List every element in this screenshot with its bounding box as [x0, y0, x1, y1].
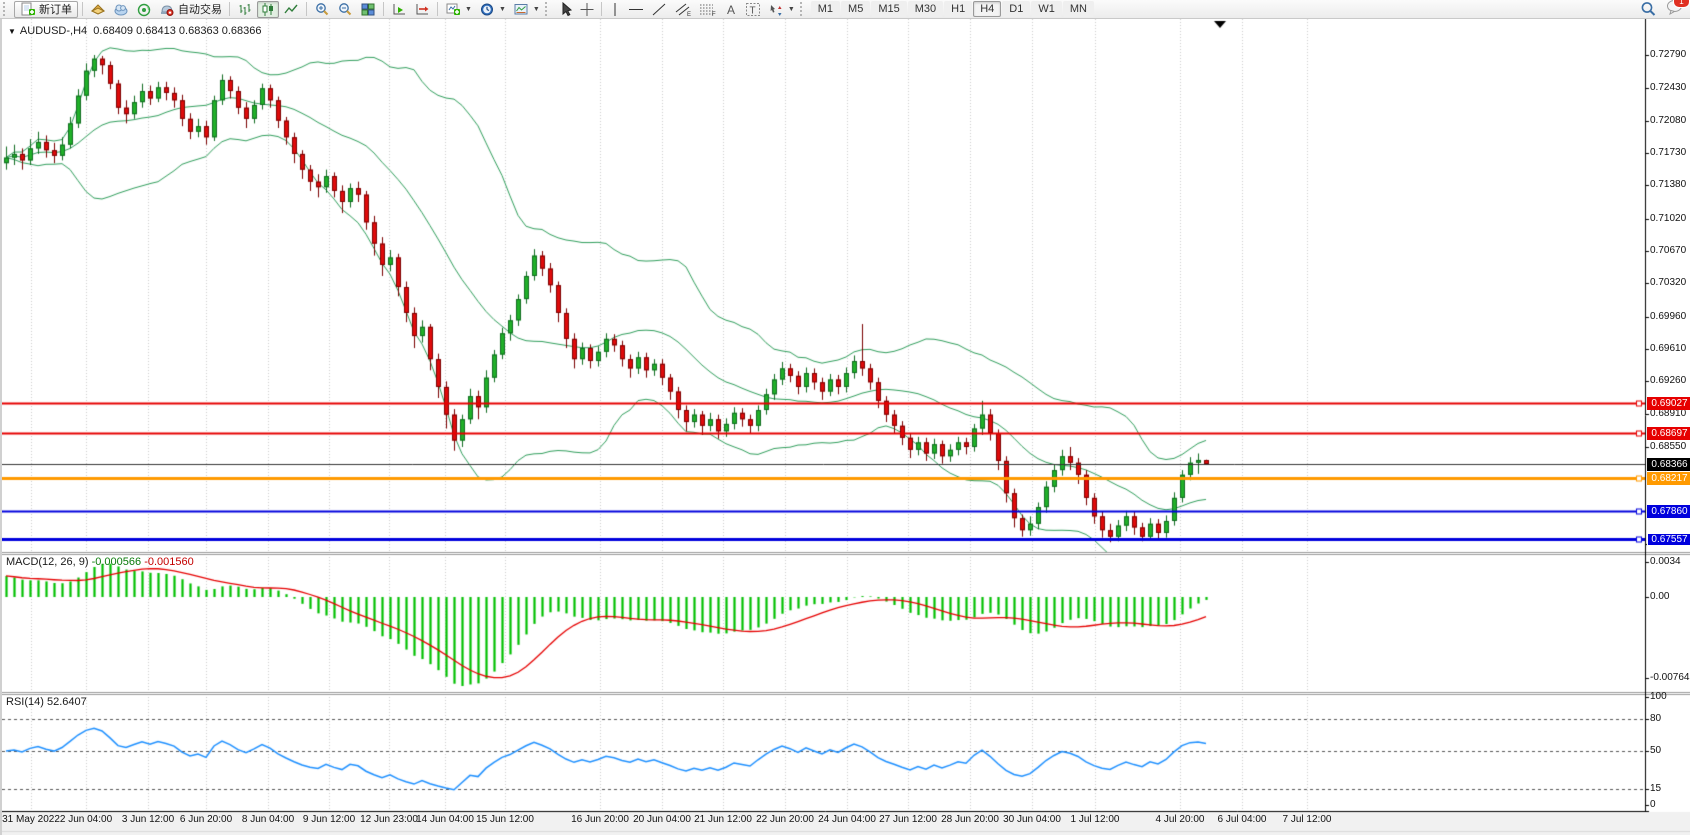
bar-chart-icon — [237, 2, 253, 17]
bar-chart-button[interactable] — [234, 1, 256, 18]
autotrading-button[interactable]: 自动交易 — [156, 1, 225, 18]
trendline-icon — [651, 2, 667, 17]
notification-badge: 1 — [1673, 0, 1690, 8]
horizontal-line-button[interactable] — [625, 1, 647, 18]
horizontal-line-icon — [628, 2, 644, 17]
chevron-down-icon: ▼ — [499, 6, 506, 13]
timeframe-button-M1[interactable]: M1 — [811, 1, 840, 17]
svg-text:F: F — [712, 12, 716, 17]
search-button[interactable] — [1637, 1, 1660, 18]
arrows-button[interactable]: ▼ — [765, 1, 798, 18]
zoom-out-icon — [337, 2, 353, 17]
timeframe-button-M30[interactable]: M30 — [908, 1, 943, 17]
timeframe-toolbar: M1M5M15M30H1H4D1W1MN — [811, 1, 1094, 17]
arrows-icon — [768, 2, 784, 17]
zoom-in-button[interactable] — [311, 1, 333, 18]
toolbar-grip[interactable] — [800, 2, 807, 16]
notifications-button[interactable]: 1 — [1666, 0, 1684, 20]
toolbar: 新订单 自动交易 ▼ ▼ ▼ E F A T — [0, 0, 1690, 19]
trendline-button[interactable] — [648, 1, 670, 18]
market-watch-button[interactable] — [87, 1, 109, 18]
autotrading-label: 自动交易 — [178, 1, 222, 17]
new-chart-icon — [445, 2, 461, 17]
candlestick-chart-icon — [260, 2, 276, 17]
hline-price-tag[interactable]: 0.67557 — [1647, 533, 1690, 546]
svg-text:A: A — [727, 3, 735, 17]
chevron-down-icon: ▼ — [465, 6, 472, 13]
vertical-line-icon — [609, 2, 621, 17]
chevron-down-icon: ▼ — [788, 6, 795, 13]
chevron-down-icon: ▼ — [533, 6, 540, 13]
mt4-window: 新订单 自动交易 ▼ ▼ ▼ E F A T — [0, 0, 1690, 835]
hline-price-tag[interactable]: 0.69027 — [1647, 397, 1690, 410]
signals-button[interactable] — [133, 1, 155, 18]
timeframe-button-D1[interactable]: D1 — [1002, 1, 1030, 17]
signals-icon — [136, 2, 152, 17]
new-order-label: 新订单 — [39, 1, 72, 17]
cursor-icon — [559, 2, 573, 17]
hline-price-tag[interactable]: 0.67860 — [1647, 505, 1690, 518]
timeframe-button-M5[interactable]: M5 — [841, 1, 870, 17]
equidistant-channel-button[interactable]: E — [671, 1, 695, 18]
timeframe-button-H4[interactable]: H4 — [973, 1, 1001, 17]
hline-price-tag[interactable]: 0.68697 — [1647, 427, 1690, 440]
market-watch-icon — [90, 2, 106, 17]
fibonacci-button[interactable]: F — [696, 1, 720, 18]
crosshair-button[interactable] — [577, 1, 597, 18]
line-chart-icon — [283, 2, 299, 17]
equidistant-channel-icon: E — [674, 2, 692, 17]
search-icon — [1640, 1, 1657, 17]
cursor-button[interactable] — [556, 1, 576, 18]
templates-icon — [513, 2, 529, 17]
mql5-cloud-icon — [113, 2, 129, 17]
timeframe-button-H1[interactable]: H1 — [944, 1, 972, 17]
chart-shift-button[interactable] — [411, 1, 433, 18]
candlestick-chart-button[interactable] — [257, 1, 279, 18]
zoom-out-button[interactable] — [334, 1, 356, 18]
zoom-in-icon — [314, 2, 330, 17]
auto-scroll-button[interactable] — [388, 1, 410, 18]
chart-window: ▼AUDUSD-,H4 0.68409 0.68413 0.68363 0.68… — [0, 19, 1690, 835]
tile-windows-button[interactable] — [357, 1, 379, 18]
tile-windows-icon — [360, 2, 376, 17]
vertical-line-button[interactable] — [606, 1, 624, 18]
timeframe-button-MN[interactable]: MN — [1063, 1, 1094, 17]
text-icon: A — [724, 2, 738, 17]
new-order-icon — [20, 2, 36, 17]
line-chart-button[interactable] — [280, 1, 302, 18]
auto-scroll-icon — [391, 2, 407, 17]
mql5-community-button[interactable] — [110, 1, 132, 18]
timeframe-button-W1[interactable]: W1 — [1031, 1, 1062, 17]
periods-button[interactable]: ▼ — [476, 1, 509, 18]
chart-shift-icon — [414, 2, 430, 17]
fibonacci-icon: F — [699, 2, 717, 17]
autotrading-icon — [159, 2, 175, 17]
toolbar-grip[interactable] — [3, 2, 10, 16]
new-chart-button[interactable]: ▼ — [442, 1, 475, 18]
hline-price-tag[interactable]: 0.68217 — [1647, 472, 1690, 485]
svg-text:T: T — [749, 5, 755, 16]
svg-text:E: E — [687, 12, 691, 17]
toolbar-grip[interactable] — [545, 2, 552, 16]
templates-button[interactable]: ▼ — [510, 1, 543, 18]
periods-icon — [479, 2, 495, 17]
text-button[interactable]: A — [721, 1, 741, 18]
text-label-button[interactable]: T — [742, 1, 764, 18]
new-order-button[interactable]: 新订单 — [14, 1, 78, 18]
chart-canvas[interactable] — [2, 19, 1690, 835]
crosshair-icon — [580, 2, 594, 17]
timeframe-button-M15[interactable]: M15 — [871, 1, 906, 17]
text-label-icon: T — [745, 2, 761, 17]
